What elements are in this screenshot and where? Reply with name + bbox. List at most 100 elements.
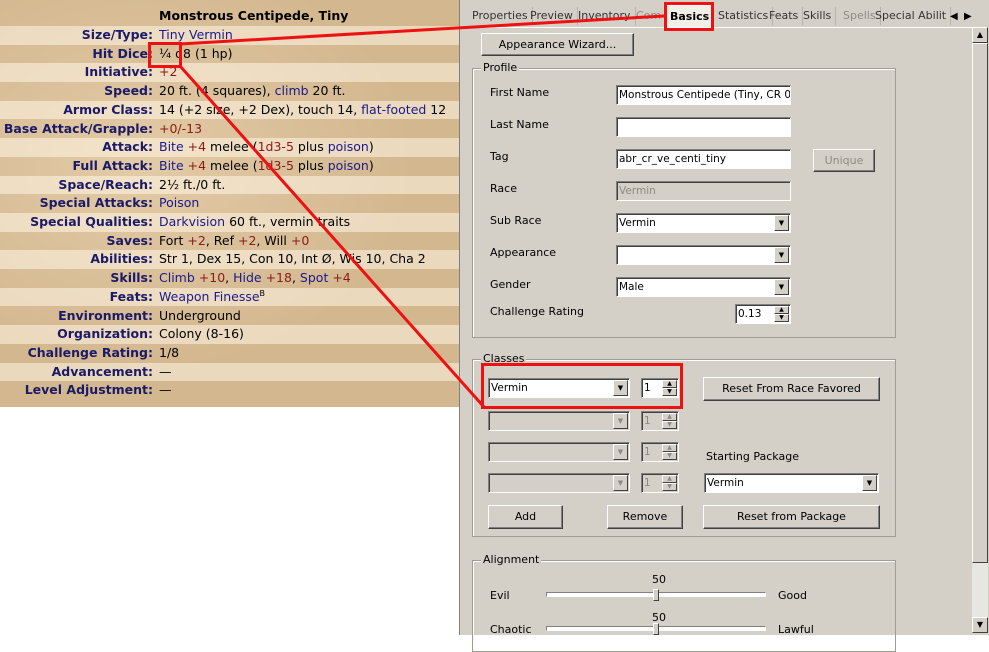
stat-value: — [159,363,172,382]
stat-value: Bite +4 melee (1d3-5 plus poison) [159,138,374,157]
stat-link[interactable]: Hide [233,270,262,285]
creature-name-title: Monstrous Centipede, Tiny [159,8,349,23]
stat-text: 14 (+2 size, +2 Dex), touch 14, [159,101,362,117]
chevron-down-icon: ▼ [613,444,628,460]
spin-down-icon[interactable]: ▼ [774,314,789,322]
stat-link[interactable]: Tiny Vermin [159,27,233,42]
spin-up-icon[interactable]: ▲ [774,306,789,314]
stat-row: Level Adjustment: — [0,381,462,400]
evil-label: Evil [490,589,510,602]
stat-value: 1/8 [159,344,179,363]
stat-label: Saves: [106,232,153,248]
chevron-down-icon[interactable]: ▼ [774,279,789,295]
challenge-rating-spinner[interactable]: 0.13 ▲ ▼ [735,304,791,324]
tab-preview[interactable]: Preview [526,7,578,25]
class-row-highlight-box [481,363,683,409]
spin-up-icon: ▲ [662,475,677,483]
stat-value: Weapon FinesseB [159,288,265,307]
starting-package-value: Vermin [707,477,744,489]
gender-select[interactable]: Male ▼ [616,277,791,297]
chevron-down-icon[interactable]: ▼ [774,215,789,231]
appearance-select[interactable]: ▼ [616,245,791,265]
stat-label: Organization: [57,326,153,342]
stat-label: Advancement: [51,363,153,379]
first-name-field[interactable]: Monstrous Centipede (Tiny, CR 0.1 [616,85,791,105]
class-level-spinner-3: 1 ▲ ▼ [641,442,679,462]
vertical-scrollbar[interactable]: ▲ ▼ [972,27,988,633]
stat-label: Environment: [58,307,153,323]
scroll-up-icon[interactable]: ▲ [972,27,988,43]
stat-value: Darkvision 60 ft., vermin traits [159,213,350,232]
stat-value: Poison [159,194,199,213]
hit-dice-highlight-box [148,42,182,68]
stat-link[interactable]: poison [328,158,369,173]
reset-from-package-button[interactable]: Reset from Package [703,505,880,529]
challenge-rating-value: 0.13 [738,308,762,320]
lawful-chaotic-slider-thumb[interactable] [653,623,659,635]
creature-properties-panel: Properties Preview Inventory Com Basics Stati… [459,0,989,652]
stat-text: — [159,363,172,379]
stat-row: Hit Dice: ¼ d8 (1 hp) [0,45,462,64]
subrace-select[interactable]: Vermin ▼ [616,213,791,233]
tab-scroll-right-icon[interactable]: ▶ [964,11,972,22]
stat-link[interactable]: Weapon Finesse [159,289,260,304]
stat-link[interactable]: climb [275,83,309,98]
spin-up-icon: ▲ [662,413,677,421]
stat-value: Colony (8-16) [159,325,244,344]
stat-value: 2½ ft./0 ft. [159,176,225,195]
appearance-wizard-button[interactable]: Appearance Wizard... [481,33,634,56]
stat-link[interactable]: Darkvision [159,214,225,229]
tab-inventory[interactable]: Inventory [574,7,636,25]
stat-label: Space/Reach: [58,176,153,192]
tag-field[interactable]: abr_cr_ve_centi_tiny [616,149,791,169]
tab-scroll-left-icon[interactable]: ◀ [950,11,958,22]
stat-text: +2 [237,232,257,248]
stat-row: Size/Type: Tiny Vermin [0,26,462,45]
stat-link[interactable]: Poison [159,195,199,210]
tab-feats[interactable]: Feats [765,7,804,25]
stat-label: Full Attack: [72,157,153,173]
stat-row: Speed: 20 ft. (4 squares), climb 20 ft. [0,82,462,101]
stat-text: +0/-13 [159,120,203,136]
last-name-field[interactable] [616,117,791,137]
tab-properties[interactable]: Properties [468,7,533,25]
good-evil-slider-thumb[interactable] [653,589,659,601]
add-class-button[interactable]: Add [488,505,563,529]
class-select-3: ▼ [488,442,630,462]
chevron-down-icon[interactable]: ▼ [862,475,877,491]
reset-from-race-favored-button[interactable]: Reset From Race Favored [703,377,880,401]
stat-text: +4 [183,157,207,173]
stat-row: Saves: Fort +2, Ref +2, Will +0 [0,232,462,251]
stat-text: plus [293,157,328,173]
stat-value: Str 1, Dex 15, Con 10, Int Ø, Wis 10, Ch… [159,250,426,269]
tab-com: Com [632,7,667,25]
alignment-group-title: Alignment [481,553,542,566]
stat-row: Space/Reach: 2½ ft./0 ft. [0,175,462,195]
stat-label: Special Attacks: [39,195,153,211]
stat-text: +0 [290,232,310,248]
stat-text: 12 [426,101,447,117]
stat-link[interactable]: Bite [159,158,184,173]
stat-link[interactable]: poison [328,139,369,154]
scroll-down-icon[interactable]: ▼ [972,617,988,633]
tab-special-abilit[interactable]: Special Abilit [871,7,952,25]
scrollbar-thumb[interactable] [972,43,988,563]
stat-label: Size/Type: [81,27,153,42]
unique-button[interactable]: Unique [813,149,875,172]
stat-text: Colony (8-16) [159,326,244,342]
stat-text: melee ( [206,157,258,173]
tag-label: Tag [490,150,509,163]
remove-class-button[interactable]: Remove [607,505,683,529]
stat-link[interactable]: flat-footed [361,102,426,117]
stat-text: , [291,270,300,286]
stat-link[interactable]: Spot [300,270,328,285]
stat-label: Speed: [104,83,153,99]
tab-skills[interactable]: Skills [799,7,837,25]
challenge-rating-label: Challenge Rating [490,305,584,318]
stat-text: 1d3-5 [257,157,294,173]
stat-link[interactable]: Climb [159,270,195,285]
chevron-down-icon[interactable]: ▼ [774,247,789,263]
starting-package-select[interactable]: Vermin ▼ [704,473,879,493]
stat-link[interactable]: Bite [159,139,184,154]
class-select-4: ▼ [488,473,630,493]
